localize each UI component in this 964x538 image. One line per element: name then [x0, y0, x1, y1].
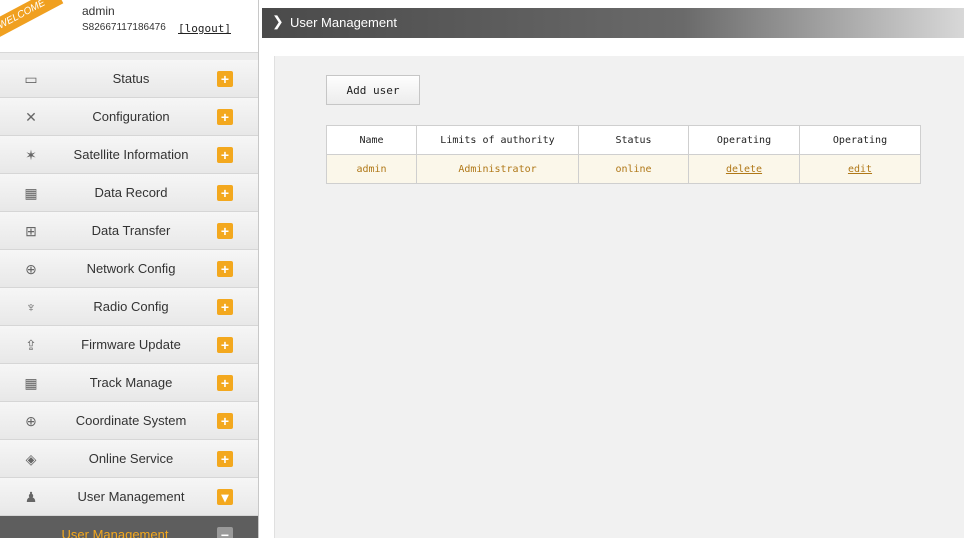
column-header: Operating — [688, 125, 800, 155]
username: admin — [82, 4, 115, 18]
sidebar-item-status[interactable]: ▭ Status + — [0, 60, 258, 98]
monitor-icon: ▭ — [24, 71, 38, 87]
sidebar-item-label: Coordinate System — [75, 413, 187, 428]
logout-link[interactable]: [logout] — [178, 22, 231, 35]
expand-icon[interactable]: + — [217, 147, 233, 163]
tools-icon: ✕ — [25, 109, 37, 125]
delete-link[interactable]: delete — [726, 164, 762, 175]
chevron-right-icon: ❯ — [272, 13, 284, 29]
column-header: Name — [326, 125, 417, 155]
content-area: Add user Name Limits of authority Status… — [274, 56, 964, 538]
sidebar-subitem-label: User Management — [61, 527, 169, 538]
expand-icon[interactable]: + — [217, 337, 233, 353]
user-panel: WELCOME admin S82667117186476 [logout] — [0, 0, 258, 53]
edit-link[interactable]: edit — [848, 164, 872, 175]
cube-icon: ◈ — [25, 451, 37, 467]
sidebar-item-label: Status — [112, 71, 150, 86]
minus-icon[interactable]: − — [217, 527, 233, 538]
sidebar-item-data-transfer[interactable]: ⊞ Data Transfer + — [0, 212, 258, 250]
cell-status: online — [578, 154, 689, 184]
welcome-ribbon: WELCOME — [0, 0, 64, 43]
expand-icon[interactable]: + — [217, 71, 233, 87]
main-panel: ❯ User Management Add user Name Limits o… — [262, 0, 964, 538]
cell-authority: Administrator — [416, 154, 579, 184]
sidebar-item-label: User Management — [77, 489, 185, 504]
expand-icon[interactable]: + — [217, 109, 233, 125]
globe-icon: ⊕ — [25, 261, 37, 277]
globe-icon: ⊕ — [25, 413, 37, 429]
cell-name: admin — [326, 154, 417, 184]
sidebar-item-label: Track Manage — [89, 375, 173, 390]
sidebar-item-label: Configuration — [92, 109, 170, 124]
expand-icon[interactable]: + — [217, 261, 233, 277]
antenna-icon: ♆ — [25, 299, 37, 315]
network-icon: ⊞ — [25, 223, 37, 239]
sidebar-item-label: Online Service — [88, 451, 174, 466]
table-header-row: Name Limits of authority Status Operatin… — [326, 125, 921, 155]
column-header: Status — [578, 125, 689, 155]
users-icon: ♟ — [24, 489, 38, 505]
sidebar-item-label: Network Config — [86, 261, 176, 276]
users-table: Name Limits of authority Status Operatin… — [326, 125, 921, 184]
sidebar-item-configuration[interactable]: ✕ Configuration + — [0, 98, 258, 136]
sidebar-item-firmware-update[interactable]: ⇪ Firmware Update + — [0, 326, 258, 364]
page-title-bar: ❯ User Management — [262, 8, 964, 38]
upload-icon: ⇪ — [25, 337, 37, 353]
sidebar-item-label: Firmware Update — [81, 337, 181, 352]
column-header: Limits of authority — [416, 125, 579, 155]
satellite-icon: ✶ — [25, 147, 37, 163]
sidebar-item-coordinate-system[interactable]: ⊕ Coordinate System + — [0, 402, 258, 440]
serial-number: S82667117186476 — [82, 22, 166, 33]
sidebar-item-data-record[interactable]: ▦ Data Record + — [0, 174, 258, 212]
sidebar-item-label: Radio Config — [93, 299, 169, 314]
expand-icon[interactable]: + — [217, 223, 233, 239]
sidebar-subitem-user-management[interactable]: User Management − — [0, 516, 258, 538]
column-header: Operating — [799, 125, 921, 155]
add-user-button[interactable]: Add user — [326, 75, 420, 105]
sidebar-item-label: Satellite Information — [73, 147, 189, 162]
sidebar-item-online-service[interactable]: ◈ Online Service + — [0, 440, 258, 478]
sidebar-item-radio-config[interactable]: ♆ Radio Config + — [0, 288, 258, 326]
sidebar-menu: ▭ Status + ✕ Configuration + ✶ Satellite… — [0, 60, 258, 538]
page-title: User Management — [290, 15, 397, 30]
collapse-icon[interactable]: ▾ — [217, 489, 233, 505]
sidebar-item-track-manage[interactable]: ▦ Track Manage + — [0, 364, 258, 402]
cell-edit: edit — [799, 154, 921, 184]
expand-icon[interactable]: + — [217, 375, 233, 391]
calendar-icon: ▦ — [24, 375, 38, 391]
table-row: admin Administrator online delete edit — [326, 154, 921, 184]
sidebar-item-satellite-information[interactable]: ✶ Satellite Information + — [0, 136, 258, 174]
sidebar-item-user-management[interactable]: ♟ User Management ▾ — [0, 478, 258, 516]
calendar-icon: ▦ — [24, 185, 38, 201]
sidebar-item-label: Data Transfer — [91, 223, 171, 238]
expand-icon[interactable]: + — [217, 185, 233, 201]
expand-icon[interactable]: + — [217, 451, 233, 467]
cell-delete: delete — [688, 154, 800, 184]
sidebar-item-label: Data Record — [94, 185, 168, 200]
sidebar: WELCOME admin S82667117186476 [logout] ▭… — [0, 0, 259, 538]
sidebar-item-network-config[interactable]: ⊕ Network Config + — [0, 250, 258, 288]
expand-icon[interactable]: + — [217, 299, 233, 315]
expand-icon[interactable]: + — [217, 413, 233, 429]
